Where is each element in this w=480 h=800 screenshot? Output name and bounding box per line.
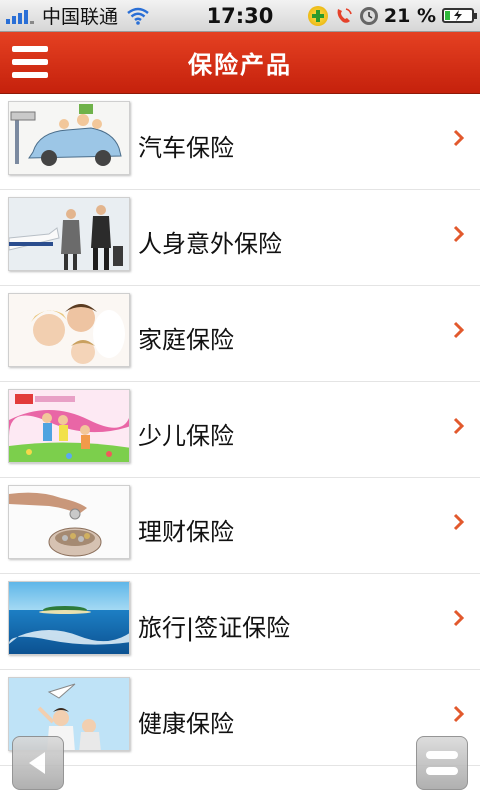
back-arrow-icon — [29, 752, 45, 774]
menu-button[interactable] — [416, 736, 468, 790]
wifi-icon — [126, 7, 150, 25]
carrier-name: 中国联通 — [42, 6, 119, 28]
back-button[interactable] — [12, 736, 64, 790]
chevron-right-icon — [453, 513, 465, 531]
chevron-right-icon — [453, 225, 465, 243]
menu-icon-bar — [426, 767, 458, 775]
family-portrait — [8, 293, 130, 367]
chevron-right-icon — [453, 609, 465, 627]
list-item-children-insurance[interactable]: 少儿保险 — [0, 382, 480, 478]
chevron-right-icon — [453, 129, 465, 147]
coin-piggy-bank — [8, 485, 130, 559]
family-car-illustration — [8, 101, 130, 175]
phone-call-icon — [334, 6, 354, 26]
status-bar: 中国联通 17:30 21 % — [0, 0, 480, 32]
signal-icon — [6, 8, 34, 24]
page-title: 保险产品 — [188, 51, 292, 79]
island-ocean — [8, 581, 130, 655]
list-item-health-insurance[interactable]: 健康保险 — [0, 670, 480, 766]
app-header: 保险产品 — [0, 32, 480, 94]
list-item-home-insurance[interactable]: 家庭保险 — [0, 286, 480, 382]
business-travelers-plane — [8, 197, 130, 271]
list-item-travel-visa-insurance[interactable]: 旅行|签证保险 — [0, 574, 480, 670]
item-label: 家庭保险 — [138, 326, 234, 354]
chevron-right-icon — [453, 417, 465, 435]
battery-charging-icon — [442, 8, 477, 23]
360-security-icon — [307, 5, 328, 26]
list-item-car-insurance[interactable]: 汽车保险 — [0, 94, 480, 190]
item-label: 人身意外保险 — [138, 230, 282, 258]
list-item-accident-insurance[interactable]: 人身意外保险 — [0, 190, 480, 286]
hamburger-menu-icon[interactable] — [12, 46, 48, 78]
alarm-icon — [359, 6, 378, 25]
item-label: 健康保险 — [138, 710, 234, 738]
item-label: 汽车保险 — [138, 134, 234, 162]
chevron-right-icon — [453, 321, 465, 339]
menu-icon-bar — [426, 751, 458, 759]
children-playing-illustration — [8, 389, 130, 463]
list-item-wealth-insurance[interactable]: 理财保险 — [0, 478, 480, 574]
item-label: 旅行|签证保险 — [138, 614, 291, 642]
item-label: 理财保险 — [138, 518, 234, 546]
battery-percent: 21 % — [383, 4, 436, 27]
item-label: 少儿保险 — [138, 422, 234, 450]
product-list: 汽车保险 人身意外保险 家庭保险 少儿保险 理财保险 旅行|签证保险 健康保险 — [0, 94, 480, 766]
chevron-right-icon — [453, 705, 465, 723]
